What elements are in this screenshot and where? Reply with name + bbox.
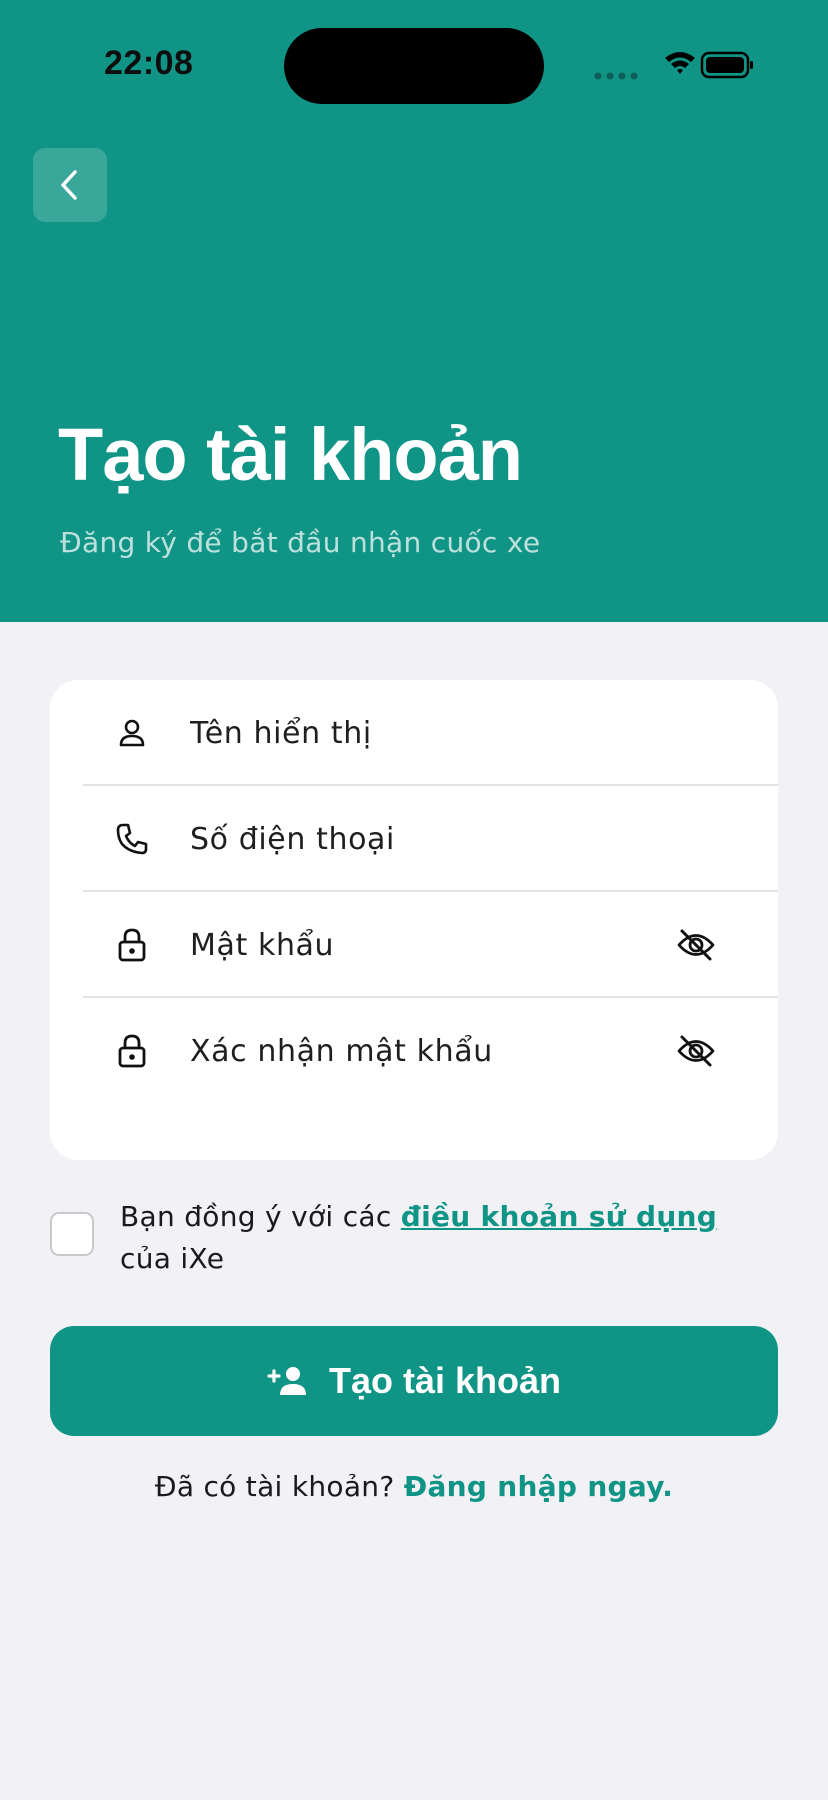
phone-icon bbox=[114, 821, 150, 857]
battery-icon bbox=[700, 51, 753, 79]
status-time: 22:08 bbox=[104, 44, 194, 82]
phone-field-row bbox=[50, 786, 778, 892]
create-account-button[interactable]: Tạo tài khoản bbox=[50, 1326, 778, 1436]
terms-text: Bạn đồng ý với các điều khoản sử dụng củ… bbox=[120, 1196, 760, 1280]
back-button[interactable] bbox=[33, 148, 107, 222]
signup-form-card bbox=[50, 680, 778, 1160]
page-subtitle: Đăng ký để bắt đầu nhận cuốc xe bbox=[60, 526, 541, 559]
chevron-left-icon bbox=[61, 170, 77, 200]
dynamic-island bbox=[284, 28, 544, 104]
login-prompt-text: Đã có tài khoản? bbox=[154, 1470, 404, 1503]
login-link[interactable]: Đăng nhập ngay. bbox=[404, 1470, 673, 1503]
login-prompt: Đã có tài khoản? Đăng nhập ngay. bbox=[0, 1470, 828, 1503]
page-title: Tạo tài khoản bbox=[58, 413, 523, 496]
display-name-field-row bbox=[50, 680, 778, 786]
eye-off-icon[interactable] bbox=[674, 925, 718, 965]
eye-off-icon[interactable] bbox=[674, 1031, 718, 1071]
add-person-icon bbox=[267, 1367, 306, 1395]
signal-dots-icon bbox=[594, 72, 638, 80]
password-field-row bbox=[50, 892, 778, 998]
header: 22:08 Tạo tài khoản Đăng ký để bắt đầu n… bbox=[0, 0, 828, 622]
confirm-password-input[interactable] bbox=[190, 1026, 660, 1076]
terms-suffix: của iXe bbox=[120, 1242, 225, 1275]
person-icon bbox=[114, 715, 150, 751]
status-icons bbox=[594, 51, 753, 80]
display-name-input[interactable] bbox=[190, 708, 660, 758]
create-account-label: Tạo tài khoản bbox=[328, 1360, 562, 1401]
terms-link[interactable]: điều khoản sử dụng bbox=[401, 1200, 717, 1233]
password-input[interactable] bbox=[190, 920, 660, 970]
terms-checkbox[interactable] bbox=[50, 1212, 94, 1256]
lock-icon bbox=[114, 1033, 150, 1069]
terms-row: Bạn đồng ý với các điều khoản sử dụng củ… bbox=[50, 1196, 778, 1286]
terms-prefix: Bạn đồng ý với các bbox=[120, 1200, 401, 1233]
wifi-icon bbox=[665, 52, 695, 74]
phone-input[interactable] bbox=[190, 814, 660, 864]
confirm-password-field-row bbox=[50, 998, 778, 1104]
lock-icon bbox=[114, 927, 150, 963]
